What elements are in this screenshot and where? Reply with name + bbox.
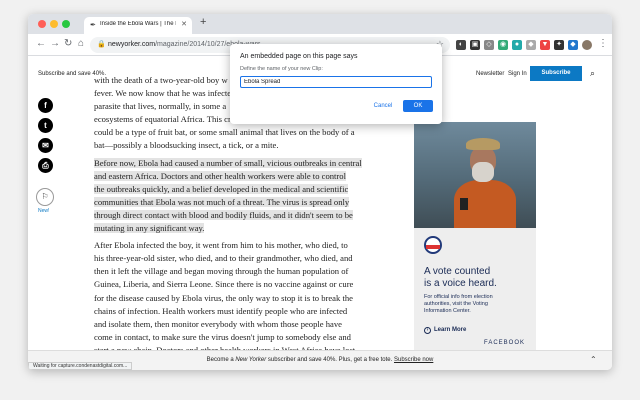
maximize-window-button[interactable] xyxy=(62,20,70,28)
learn-more-link[interactable]: › Learn More xyxy=(424,327,466,334)
print-icon[interactable]: ⎙ xyxy=(38,158,53,173)
new-tab-icon[interactable]: + xyxy=(200,16,206,28)
tab-active[interactable]: ✒ Inside the Ebola Wars | The N ✕ xyxy=(84,17,192,34)
search-icon[interactable]: ⌕ xyxy=(590,68,595,79)
extension-icon[interactable]: ▼ xyxy=(540,40,550,50)
close-window-button[interactable] xyxy=(38,20,46,28)
reload-icon[interactable]: ↻ xyxy=(64,38,72,49)
ad-photo xyxy=(414,122,536,228)
minimize-window-button[interactable] xyxy=(50,20,58,28)
dialog-title: An embedded page on this page says xyxy=(240,53,358,60)
lock-icon: 🔒 xyxy=(97,41,106,48)
extension-icon[interactable]: ◆ xyxy=(526,40,536,50)
extension-icon[interactable]: ◐ xyxy=(456,40,466,50)
collapse-banner-icon[interactable]: ⌃ xyxy=(590,355,597,364)
sign-in-link[interactable]: Sign In xyxy=(508,71,527,77)
cancel-button[interactable]: Cancel xyxy=(370,100,396,112)
ad-body-text: For official info from election authoriti… xyxy=(424,294,493,314)
article-paragraph-highlighted[interactable]: Before now, Ebola had caused a number of… xyxy=(94,157,369,236)
ok-button[interactable]: OK xyxy=(403,100,433,112)
avatar[interactable] xyxy=(582,40,592,50)
browser-window: ✒ Inside the Ebola Wars | The N ✕ + ← → … xyxy=(28,14,612,370)
tab-strip: ✒ Inside the Ebola Wars | The N ✕ + xyxy=(28,14,612,34)
extension-icon[interactable]: ◇ xyxy=(484,40,494,50)
close-tab-icon[interactable]: ✕ xyxy=(181,20,187,28)
twitter-share-icon[interactable]: t xyxy=(38,118,53,133)
facebook-share-icon[interactable]: f xyxy=(38,98,53,113)
extension-icon[interactable]: ◆ xyxy=(568,40,578,50)
extension-icon[interactable]: ✦ xyxy=(554,40,564,50)
extension-icon[interactable]: ▣ xyxy=(470,40,480,50)
favicon-icon: ✒ xyxy=(90,22,96,29)
home-icon[interactable]: ⌂ xyxy=(78,38,84,49)
newsletter-link[interactable]: Newsletter xyxy=(476,71,504,77)
forward-icon[interactable]: → xyxy=(50,38,60,49)
extension-icon[interactable]: ● xyxy=(512,40,522,50)
ad-brand: FACEBOOK xyxy=(484,340,526,346)
extension-icon[interactable]: ◉ xyxy=(498,40,508,50)
email-share-icon[interactable]: ✉ xyxy=(38,138,53,153)
clip-name-input[interactable] xyxy=(240,76,432,88)
subscribe-button[interactable]: Subscribe xyxy=(530,66,582,81)
tab-title: Inside the Ebola Wars | The N xyxy=(100,21,176,27)
browser-menu-icon[interactable]: ⋮ xyxy=(598,38,608,49)
dialog-message: Define the name of your new Clip: xyxy=(240,66,323,72)
back-icon[interactable]: ← xyxy=(36,38,46,49)
voting-seal-icon xyxy=(424,236,442,254)
ad-headline: A vote counted is a voice heard. xyxy=(424,266,497,289)
status-bar: Waiting for capture.condenastdigital.com… xyxy=(28,362,133,370)
arrow-right-icon: › xyxy=(424,327,431,334)
save-bookmark-icon[interactable]: ⚐ xyxy=(36,188,54,206)
new-label: New! xyxy=(38,208,50,214)
prompt-dialog: An embedded page on this page says Defin… xyxy=(230,44,442,124)
article-paragraph: After Ebola infected the boy, it went fr… xyxy=(94,240,355,355)
advertisement[interactable]: A vote counted is a voice heard. For offi… xyxy=(414,122,536,363)
subscribe-now-link[interactable]: Subscribe now xyxy=(394,357,433,363)
